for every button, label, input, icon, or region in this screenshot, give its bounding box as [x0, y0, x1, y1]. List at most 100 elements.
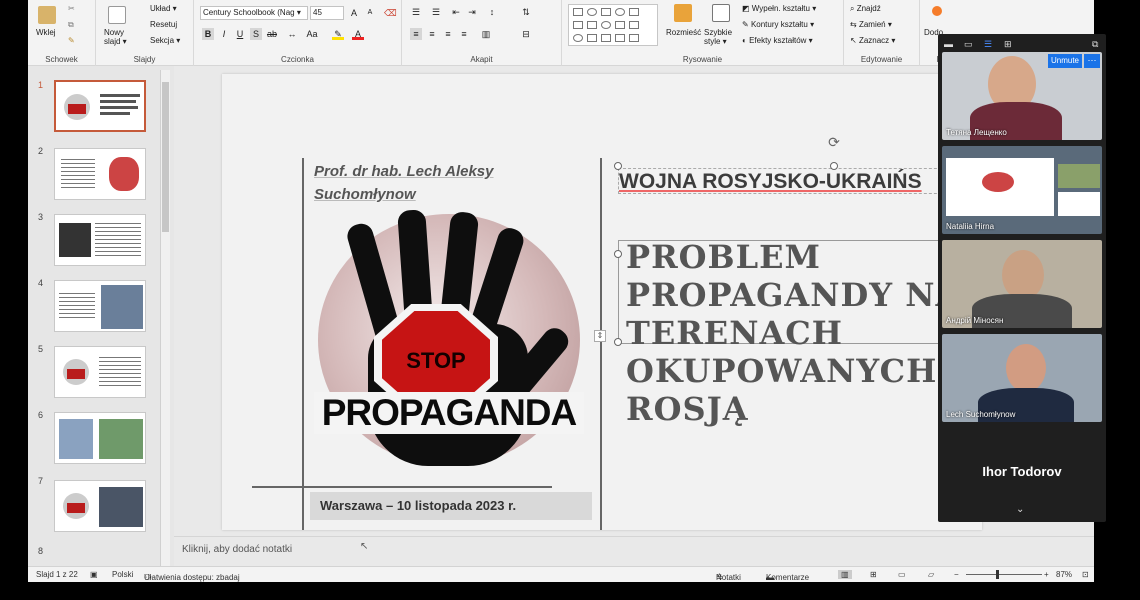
- char-spacing-icon[interactable]: ↔: [286, 28, 298, 40]
- text-direction-icon[interactable]: ⇅: [520, 6, 532, 18]
- window-icon[interactable]: ▭: [964, 39, 973, 50]
- copy-icon[interactable]: ⧉: [68, 20, 74, 30]
- heading-textbox[interactable]: WOJNA ROSYJSKO-UKRAIŃS: [618, 168, 982, 194]
- align-text-icon[interactable]: ⊟: [520, 28, 532, 40]
- new-slide-button[interactable]: Nowy slajd ▾: [104, 28, 138, 46]
- arrange-button[interactable]: Rozmieść: [666, 28, 701, 37]
- shape-icon[interactable]: [587, 34, 597, 42]
- shape-icon[interactable]: [601, 8, 611, 16]
- slide-thumbnail-1[interactable]: [54, 80, 146, 132]
- fit-slide-icon[interactable]: ⊡: [1082, 570, 1089, 579]
- grow-font-icon[interactable]: A: [348, 7, 360, 19]
- participant-tile[interactable]: Unmute ⋯ Тетяна Лещенко: [942, 52, 1102, 140]
- slide-sorter-icon[interactable]: ⊞: [870, 570, 877, 579]
- stop-propaganda-logo[interactable]: STOP PROPAGANDA: [314, 209, 584, 466]
- font-color-icon[interactable]: A: [352, 28, 364, 40]
- minimize-icon[interactable]: ▬: [944, 39, 953, 49]
- select-button[interactable]: ↖ Zaznacz ▾: [850, 36, 895, 45]
- font-name-select[interactable]: Century Schoolbook (Nag ▾: [200, 6, 308, 20]
- find-button[interactable]: ⌕ Znajdź: [850, 4, 881, 14]
- justify-icon[interactable]: ≡: [458, 28, 470, 40]
- align-center-icon[interactable]: ≡: [426, 28, 438, 40]
- strikethrough-icon[interactable]: ab: [266, 28, 278, 40]
- clear-format-icon[interactable]: ⌫: [384, 7, 397, 19]
- resize-handle[interactable]: [830, 162, 838, 170]
- reading-view-icon[interactable]: ▭: [898, 570, 906, 579]
- shape-icon[interactable]: [615, 21, 625, 29]
- highlight-icon[interactable]: ✎: [332, 28, 344, 40]
- numbering-icon[interactable]: ☰: [430, 6, 442, 18]
- place-date-text[interactable]: Warszawa – 10 listopada 2023 r.: [310, 492, 592, 520]
- zoom-out-icon[interactable]: −: [954, 570, 959, 579]
- thumbnails-scrollbar[interactable]: [160, 70, 170, 566]
- cut-icon[interactable]: ✂: [68, 4, 75, 13]
- layout-options-icon[interactable]: ⇕: [594, 330, 606, 342]
- shape-icon[interactable]: [629, 34, 639, 42]
- scrollbar-thumb[interactable]: [162, 82, 169, 232]
- slide-thumbnail-3[interactable]: [54, 214, 146, 266]
- format-painter-icon[interactable]: ✎: [68, 36, 75, 45]
- unmute-button[interactable]: Unmute: [1047, 54, 1082, 68]
- slide-thumbnail-2[interactable]: [54, 148, 146, 200]
- normal-view-icon[interactable]: ▥: [838, 570, 852, 579]
- italic-icon[interactable]: I: [218, 28, 230, 40]
- decrease-indent-icon[interactable]: ⇤: [450, 6, 462, 18]
- expand-icon[interactable]: ⧉: [1092, 39, 1098, 50]
- shape-icon[interactable]: [615, 8, 625, 16]
- participant-tile[interactable]: Nataliia Hirna: [942, 146, 1102, 234]
- change-case-icon[interactable]: Aa: [306, 28, 318, 40]
- bullets-icon[interactable]: ☰: [410, 6, 422, 18]
- slide-thumbnail-4[interactable]: [54, 280, 146, 332]
- reset-button[interactable]: Resetuj: [150, 20, 177, 29]
- layout-button[interactable]: Układ ▾: [150, 4, 177, 13]
- slideshow-icon[interactable]: ▱: [928, 570, 934, 579]
- resize-handle[interactable]: [614, 162, 622, 170]
- slide-canvas[interactable]: Prof. dr hab. Lech Aleksy Suchomłynow ST…: [222, 74, 982, 530]
- shape-icon[interactable]: [587, 8, 597, 16]
- shrink-font-icon[interactable]: A: [364, 7, 376, 19]
- author-text[interactable]: Prof. dr hab. Lech Aleksy Suchomłynow: [314, 160, 514, 206]
- participant-tile[interactable]: Андрій Міносян: [942, 240, 1102, 328]
- slide-thumbnail-5[interactable]: [54, 346, 146, 398]
- section-button[interactable]: Sekcja ▾: [150, 36, 180, 45]
- shadow-icon[interactable]: S: [250, 28, 262, 40]
- underline-icon[interactable]: U: [234, 28, 246, 40]
- bold-icon[interactable]: B: [202, 28, 214, 40]
- zoom-in-icon[interactable]: +: [1044, 570, 1049, 579]
- spellcheck-icon[interactable]: ▣: [90, 570, 98, 579]
- zoom-percent[interactable]: 87%: [1056, 570, 1072, 579]
- shape-icon[interactable]: [573, 21, 583, 29]
- slide-thumbnail-7[interactable]: [54, 480, 146, 532]
- participant-tile[interactable]: Lech Suchomłynow: [942, 334, 1102, 422]
- shape-icon[interactable]: [587, 21, 597, 29]
- font-size-select[interactable]: 45: [310, 6, 344, 20]
- paste-button[interactable]: Wklej: [36, 28, 56, 37]
- language-indicator[interactable]: Polski: [112, 570, 133, 579]
- shape-effects-button[interactable]: ◐ Efekty kształtów ▾: [742, 36, 813, 45]
- shape-icon[interactable]: [601, 34, 611, 42]
- resize-handle[interactable]: [614, 250, 622, 258]
- shape-icon[interactable]: [601, 21, 611, 29]
- resize-handle[interactable]: [614, 338, 622, 346]
- speaker-view-icon[interactable]: ☰: [984, 39, 992, 50]
- more-options-icon[interactable]: ⋯: [1084, 54, 1100, 68]
- notes-pane[interactable]: Kliknij, aby dodać notatki ↖: [174, 536, 1094, 566]
- chevron-down-icon[interactable]: ⌄: [1016, 504, 1024, 515]
- shape-icon[interactable]: [629, 8, 639, 16]
- slide-thumbnail-6[interactable]: [54, 412, 146, 464]
- align-left-icon[interactable]: ≡: [410, 28, 422, 40]
- zoom-slider[interactable]: [966, 574, 1042, 575]
- line-spacing-icon[interactable]: ↕: [486, 6, 498, 18]
- shape-fill-button[interactable]: ◩ Wypełn. kształtu ▾: [742, 4, 816, 13]
- slide-title[interactable]: PROBLEM PROPAGANDY NA TERENACH OKUPOWANY…: [626, 238, 982, 428]
- shape-icon[interactable]: [573, 34, 583, 42]
- shape-icon[interactable]: [615, 34, 625, 42]
- columns-icon[interactable]: ▥: [480, 28, 492, 40]
- increase-indent-icon[interactable]: ⇥: [466, 6, 478, 18]
- shape-icon[interactable]: [629, 21, 639, 29]
- replace-button[interactable]: ⇆ Zamień ▾: [850, 20, 892, 29]
- quick-styles-button[interactable]: Szybkie style ▾: [704, 28, 736, 46]
- shape-outline-button[interactable]: ✎ Kontury kształtu ▾: [742, 20, 814, 29]
- align-right-icon[interactable]: ≡: [442, 28, 454, 40]
- shape-icon[interactable]: [573, 8, 583, 16]
